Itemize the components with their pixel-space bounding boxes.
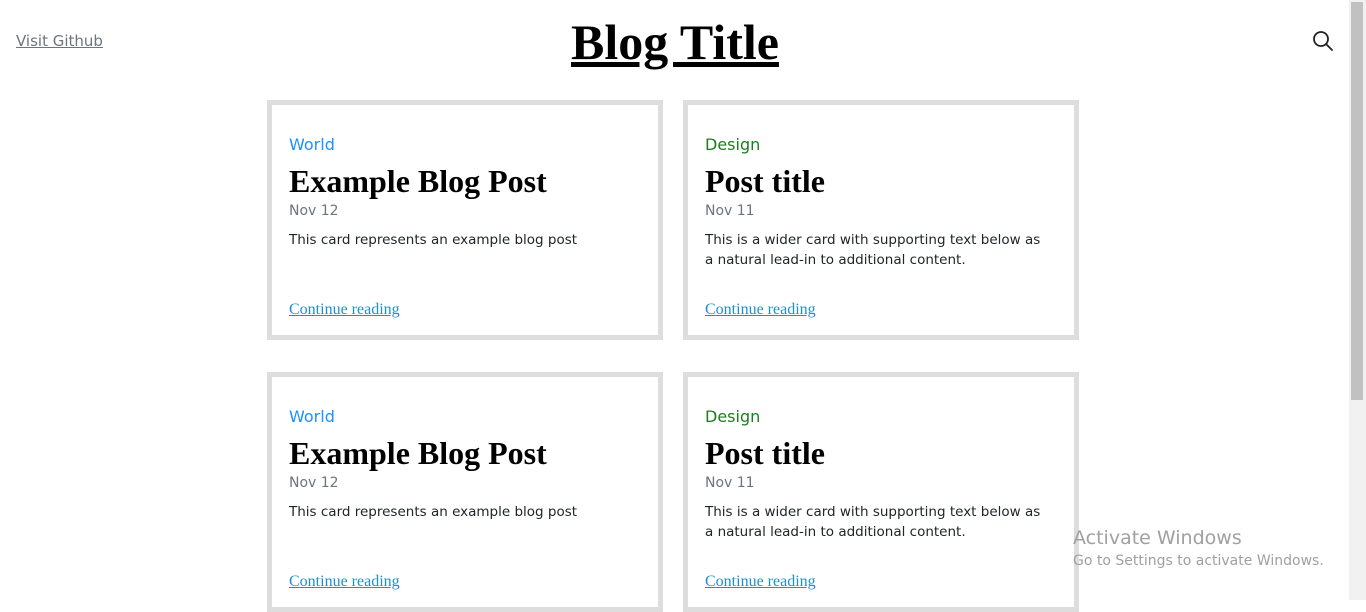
watermark-title: Activate Windows	[1073, 527, 1242, 549]
search-icon[interactable]	[1312, 30, 1334, 52]
continue-reading-link[interactable]: Continue reading	[705, 301, 816, 319]
continue-reading-link[interactable]: Continue reading	[289, 301, 400, 319]
post-card-4: Design Post title Nov 11 This is a wider…	[683, 372, 1079, 612]
post-title: Post title	[705, 435, 825, 471]
post-title: Post title	[705, 163, 825, 199]
post-card-1: World Example Blog Post Nov 12 This card…	[267, 100, 663, 340]
continue-reading-link[interactable]: Continue reading	[705, 573, 816, 591]
post-excerpt: This card represents an example blog pos…	[289, 232, 578, 248]
post-category[interactable]: Design	[705, 135, 760, 154]
activate-windows-watermark: Activate Windows Go to Settings to activ…	[1073, 527, 1324, 571]
post-date: Nov 12	[289, 203, 339, 219]
post-title: Example Blog Post	[289, 435, 547, 471]
post-excerpt: This is a wider card with supporting tex…	[705, 504, 1041, 540]
post-date: Nov 12	[289, 475, 339, 491]
post-category[interactable]: World	[289, 135, 335, 154]
continue-reading-link[interactable]: Continue reading	[289, 573, 400, 591]
scrollbar-thumb[interactable]	[1351, 2, 1363, 400]
post-category[interactable]: World	[289, 407, 335, 426]
post-category[interactable]: Design	[705, 407, 760, 426]
post-excerpt: This is a wider card with supporting tex…	[705, 232, 1041, 268]
blog-title[interactable]: Blog Title	[0, 10, 1350, 74]
post-title: Example Blog Post	[289, 163, 547, 199]
watermark-subtitle: Go to Settings to activate Windows.	[1073, 553, 1324, 569]
post-card-3: World Example Blog Post Nov 12 This card…	[267, 372, 663, 612]
post-excerpt: This card represents an example blog pos…	[289, 504, 578, 520]
post-date: Nov 11	[705, 203, 755, 219]
post-date: Nov 11	[705, 475, 755, 491]
post-card-2: Design Post title Nov 11 This is a wider…	[683, 100, 1079, 340]
vertical-scrollbar[interactable]	[1349, 0, 1366, 600]
